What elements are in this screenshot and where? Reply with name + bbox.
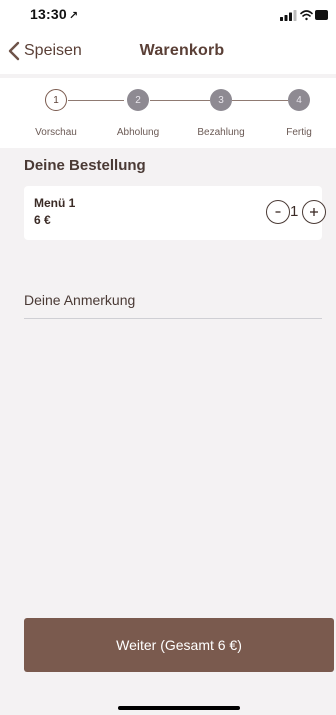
home-indicator bbox=[118, 706, 240, 710]
step-2-label: Abholung bbox=[116, 127, 160, 138]
step-2-indicator: 2 bbox=[127, 89, 149, 111]
step-4-indicator: 4 bbox=[288, 89, 310, 111]
location-arrow-icon: ↗ bbox=[68, 10, 79, 22]
step-3-label: Bezahlung bbox=[197, 127, 245, 138]
plus-icon bbox=[310, 208, 318, 216]
decrease-quantity-button[interactable] bbox=[266, 200, 290, 224]
increase-quantity-button[interactable] bbox=[302, 200, 326, 224]
step-connector bbox=[68, 100, 124, 101]
note-underline bbox=[24, 318, 322, 319]
step-1-indicator: 1 bbox=[45, 89, 67, 111]
wifi-icon bbox=[300, 10, 313, 21]
order-item-card: Menü 1 6 € 1 bbox=[24, 186, 326, 240]
order-section-title: Deine Bestellung bbox=[24, 157, 146, 174]
checkout-stepper: 1 2 3 4 Vorschau Abholung Bezahlung Fert… bbox=[0, 78, 336, 148]
quantity-value: 1 bbox=[290, 203, 299, 220]
page-title: Warenkorb bbox=[139, 42, 225, 59]
signal-icon bbox=[280, 10, 297, 21]
step-4-label: Fertig bbox=[286, 127, 312, 138]
item-name: Menü 1 bbox=[34, 196, 76, 210]
note-label: Deine Anmerkung bbox=[24, 292, 136, 308]
step-connector bbox=[150, 100, 210, 101]
battery-icon bbox=[315, 10, 328, 20]
status-icons bbox=[280, 8, 330, 22]
item-price: 6 € bbox=[34, 213, 51, 227]
minus-icon bbox=[275, 211, 281, 213]
navigation-bar: Speisen Warenkorb bbox=[0, 30, 336, 74]
clock-text: 13:30 bbox=[30, 6, 67, 22]
step-1-label: Vorschau bbox=[35, 127, 77, 138]
status-bar: 13:30 ↗ bbox=[0, 0, 336, 30]
continue-button[interactable]: Weiter (Gesamt 6 €) bbox=[24, 618, 334, 672]
status-time: 13:30 ↗ bbox=[30, 6, 78, 22]
step-3-indicator: 3 bbox=[210, 89, 232, 111]
step-connector bbox=[232, 100, 288, 101]
